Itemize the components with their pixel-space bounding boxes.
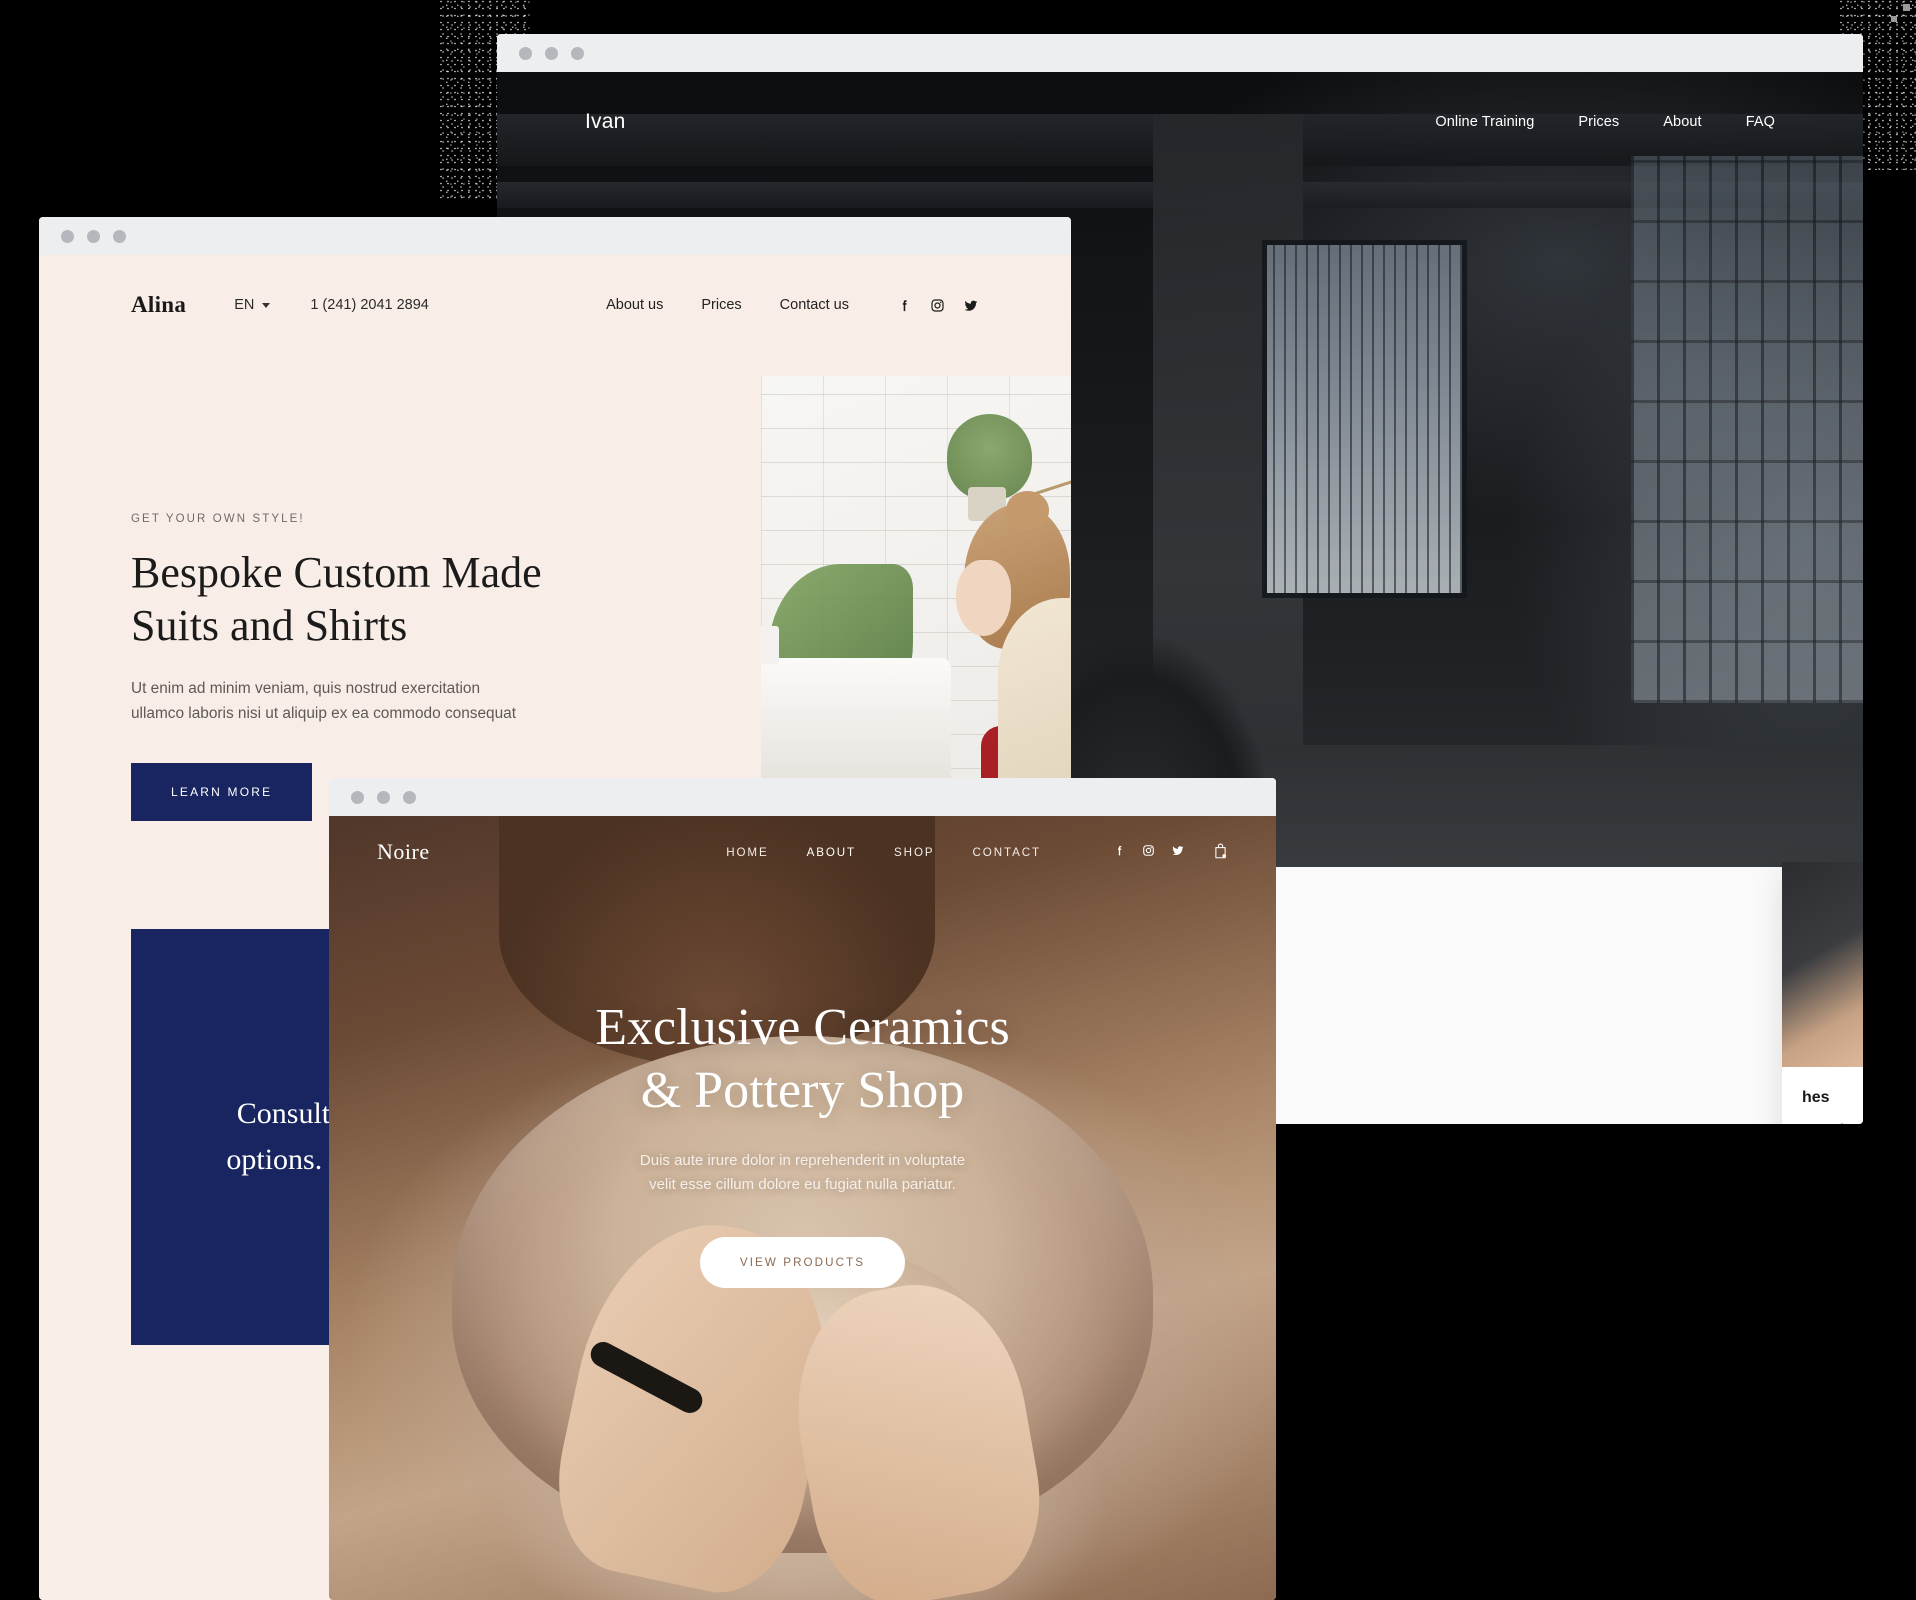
hero-subtext: Duis aute irure dolor in reprehenderit i…	[329, 1149, 1276, 1198]
logo-ivan[interactable]: Ivan	[585, 110, 626, 134]
view-products-button[interactable]: VIEW PRODUCTS	[699, 1237, 906, 1289]
window-maximize-dot[interactable]	[403, 790, 416, 804]
hero-eyebrow: GET YOUR OWN STYLE!	[131, 513, 305, 525]
phone-number[interactable]: 1 (241) 2041 2894	[310, 297, 429, 313]
nav-item-prices[interactable]: Prices	[1578, 114, 1619, 130]
window-minimize-dot[interactable]	[545, 46, 558, 60]
alina-hero-copy: GET YOUR OWN STYLE! Bespoke Custom Made …	[131, 513, 561, 821]
hero-subtext: Ut enim ad minim veniam, quis nostrud ex…	[131, 677, 561, 727]
corner-pixel-b	[1891, 16, 1897, 22]
subtext-line-2: velit esse cillum dolore eu fugiat nulla…	[649, 1176, 956, 1194]
nav-item-about[interactable]: ABOUT	[807, 846, 856, 859]
browser-window-noire[interactable]: Noire HOME ABOUT SHOP CONTACT Exclusive …	[329, 778, 1276, 1600]
navbar-ivan: Ivan Online Training Prices About FAQ	[497, 72, 1863, 172]
window-titlebar-alina[interactable]	[39, 217, 1071, 255]
city-window-pane	[1261, 240, 1467, 598]
woman-face	[955, 559, 1011, 637]
card-image	[1782, 862, 1863, 1067]
navbar-alina: Alina EN 1 (241) 2041 2894 About us Pric…	[39, 255, 1071, 355]
window-titlebar-noire[interactable]	[329, 778, 1276, 816]
heading-line-1: Bespoke Custom Made	[131, 548, 542, 597]
facebook-icon[interactable]	[897, 298, 912, 313]
heading-line-1: Exclusive Ceramics	[595, 999, 1010, 1056]
window-titlebar-ivan[interactable]	[497, 34, 1863, 72]
page-title-noire: Exclusive Ceramics & Pottery Shop	[329, 996, 1276, 1123]
subtext-line-2: ullamco laboris nisi ut aliquip ex ea co…	[131, 704, 516, 722]
language-label: EN	[234, 297, 255, 313]
noire-hero-copy: Exclusive Ceramics & Pottery Shop Duis a…	[329, 996, 1276, 1289]
window-maximize-dot[interactable]	[113, 229, 126, 243]
logo-noire[interactable]: Noire	[377, 839, 430, 865]
facebook-icon[interactable]	[1113, 844, 1126, 860]
nav-list-noire: HOME ABOUT SHOP CONTACT	[726, 843, 1228, 862]
nav-list-ivan: Online Training Prices About FAQ	[1435, 114, 1775, 130]
scene-canvas: Ivan Online Training Prices About FAQ he…	[0, 0, 1916, 1600]
language-selector[interactable]: EN	[234, 297, 271, 313]
woman-hair-bun	[1006, 491, 1049, 530]
window-maximize-dot[interactable]	[571, 46, 584, 60]
subtext-line-1: Ut enim ad minim veniam, quis nostrud ex…	[131, 679, 481, 697]
logo-alina[interactable]: Alina	[131, 292, 186, 318]
card-text: hes n reprehenderit in voluptate re eu f…	[1782, 1067, 1863, 1124]
window-minimize-dot[interactable]	[377, 790, 390, 804]
nav-item-about-us[interactable]: About us	[606, 297, 663, 313]
nav-item-prices[interactable]: Prices	[701, 297, 741, 313]
corner-pixel-a	[1903, 4, 1910, 11]
window-close-dot[interactable]	[351, 790, 364, 804]
chevron-down-icon	[262, 302, 271, 308]
navbar-noire: Noire HOME ABOUT SHOP CONTACT	[329, 816, 1276, 888]
heading-line-2: Suits and Shirts	[131, 600, 408, 650]
instagram-icon[interactable]	[1142, 844, 1155, 860]
alina-hero-section: Alina EN 1 (241) 2041 2894 About us Pric…	[39, 255, 1071, 821]
heading-line-2: & Pottery Shop	[640, 1062, 965, 1120]
nav-item-faq[interactable]: FAQ	[1746, 114, 1775, 130]
nav-item-online-training[interactable]: Online Training	[1435, 114, 1534, 130]
twitter-icon[interactable]	[963, 298, 979, 313]
nav-item-home[interactable]: HOME	[726, 846, 768, 859]
large-window-pane	[1630, 156, 1863, 704]
twitter-icon[interactable]	[1171, 844, 1185, 860]
nav-item-about[interactable]: About	[1663, 114, 1701, 130]
seamstress-photo	[761, 376, 1071, 803]
window-minimize-dot[interactable]	[87, 229, 100, 243]
window-close-dot[interactable]	[61, 229, 74, 243]
social-links-noire	[1113, 843, 1228, 862]
nav-item-contact[interactable]: CONTACT	[973, 846, 1041, 859]
card-title: hes	[1802, 1089, 1830, 1106]
shopping-bag-icon[interactable]	[1213, 843, 1228, 862]
nav-item-contact-us[interactable]: Contact us	[780, 297, 849, 313]
window-content-noire: Noire HOME ABOUT SHOP CONTACT Exclusive …	[329, 816, 1276, 1600]
nav-list-alina: About us Prices Contact us	[606, 297, 979, 313]
page-title-alina: Bespoke Custom Made Suits and Shirts	[131, 547, 561, 653]
nav-item-shop[interactable]: SHOP	[894, 846, 934, 859]
card-ivan[interactable]: hes n reprehenderit in voluptate re eu f…	[1782, 862, 1863, 1124]
window-close-dot[interactable]	[519, 46, 532, 60]
learn-more-button[interactable]: LEARN MORE	[131, 762, 313, 821]
subtext-line-1: Duis aute irure dolor in reprehenderit i…	[639, 1151, 966, 1169]
instagram-icon[interactable]	[930, 298, 945, 313]
social-links-alina	[897, 298, 979, 313]
card-body: n reprehenderit in voluptate re eu fugia…	[1802, 1119, 1863, 1124]
